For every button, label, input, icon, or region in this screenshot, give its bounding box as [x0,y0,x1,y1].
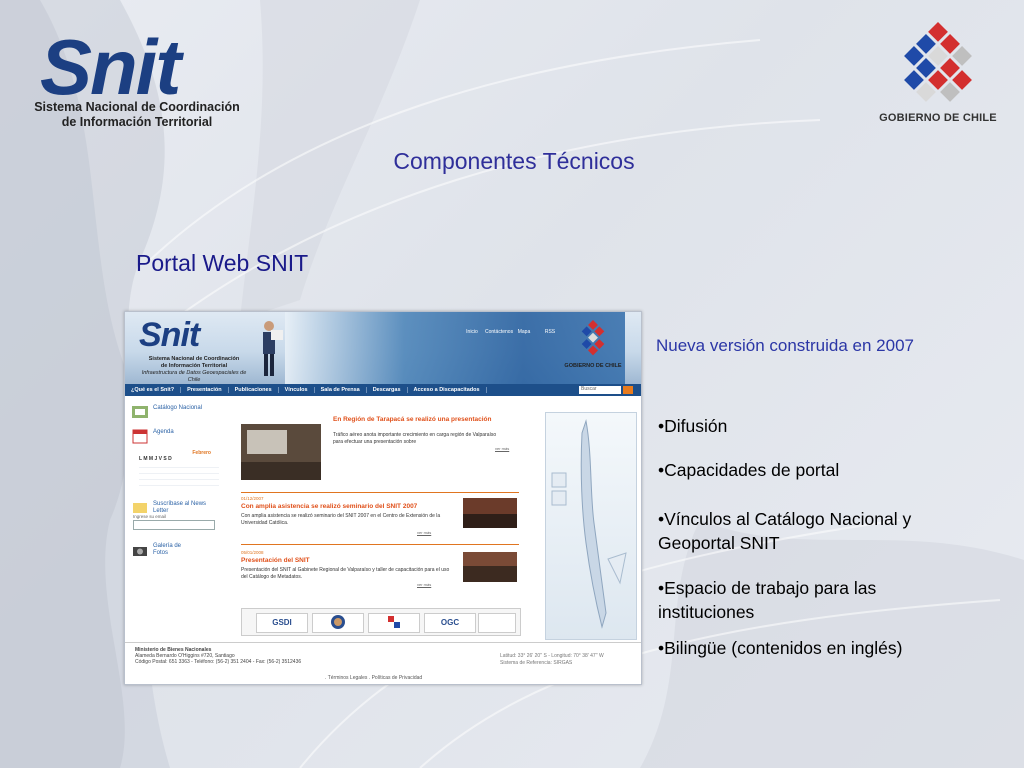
portal-contact-link[interactable]: Contáctenos [485,329,513,335]
news-text: Con amplia asistencia se realizó seminar… [241,513,441,526]
footer-coords: Latitud: 33° 26' 20'' S - Longitud: 70° … [500,653,604,659]
portal-news-column: En Región de Tarapacá se realizó una pre… [237,404,521,640]
news-text: Tráfico aéreo anota importante crecimien… [333,432,497,445]
catalog-icon [132,406,148,418]
footer-phone: Código Postal: 651 3363 - Teléfono: (56-… [135,659,302,665]
chile-map-icon [551,419,627,629]
news-title[interactable]: Presentación del SNIT [241,557,310,564]
nav-descargas[interactable]: Descargas [367,387,408,393]
snit-wordmark: Snit [40,23,181,111]
portal-search-button[interactable] [623,386,633,394]
news-photo [463,498,517,528]
footer-coordinates: Latitud: 33° 26' 20'' S - Longitud: 70° … [500,653,604,667]
bullet-item: •Espacio de trabajo para las institucion… [658,578,877,622]
footer-ref: Sistema de Referencia: SIRGAS [500,660,573,666]
gobierno-caption: GOBIERNO DE CHILE [879,112,997,124]
news-separator [241,544,519,545]
portal-gobierno-logo: GOBIERNO DE CHILE [557,318,629,374]
banner-gobierno[interactable] [368,613,420,633]
news-more-link[interactable]: ver más [417,582,431,587]
newsletter-email-input[interactable] [133,520,215,530]
news-more-link[interactable]: ver más [495,446,509,451]
portal-logo-sub2: de Información Territorial [160,363,228,369]
portal-search-input[interactable]: Buscar [579,386,621,394]
highlight-text: Nueva versión construida en 2007 [656,336,914,355]
banner-gsdi[interactable]: GSDI [256,613,308,633]
news-separator [241,492,519,493]
slide-title: Componentes Técnicos [393,148,635,174]
portal-logo-sub3: Infraestructura de Datos Geoespaciales d… [141,370,247,383]
portal-top-icons: Inicio Contáctenos Mapa RSS [459,320,569,342]
portal-footer: Ministerio de Bienes Nacionales Alameda … [125,642,641,684]
snit-subtitle-line2: de Información Territorial [61,115,213,129]
portal-home-link[interactable]: Inicio [459,329,485,335]
bullet-item: •Vínculos al Catálogo Nacional y Geoport… [658,509,912,553]
snit-logo: Snit Sistema Nacional de Coordinación de… [22,18,252,133]
gobierno-de-chile-logo: GOBIERNO DE CHILE [872,14,1004,132]
agenda-calendar: Febrero L M M J V S D [139,450,219,486]
newsletter-label: Suscríbase al News Letter [153,501,207,514]
camera-icon [133,547,147,556]
partner-seal-icon [331,615,345,629]
portal-nav-bar: ¿Qué es el Snit? Presentación Publicacio… [125,384,641,396]
footer-links[interactable]: . Términos Legales . Políticas de Privac… [325,675,422,681]
bullet-item: •Capacidades de portal [658,460,840,480]
portal-screenshot: Snit Sistema Nacional de Coordinación de… [124,311,642,685]
portal-logo-sub1: Sistema Nacional de Coordinación [148,356,240,362]
person-with-map-image [263,321,283,376]
news-item: En Región de Tarapacá se realizó una pre… [237,416,519,486]
nav-presentacion[interactable]: Presentación [181,387,229,393]
email-label: Ingrese su email [133,514,167,519]
slide-subtitle: Portal Web SNIT [136,250,309,276]
portal-logo-subtitle: Sistema Nacional de Coordinación de Info… [139,356,249,384]
news-more-link[interactable]: ver más [417,530,431,535]
news-text: Presentación del SNIT al Gabinete Region… [241,567,450,580]
news-photo [463,552,517,582]
chile-map-panel[interactable] [545,412,637,640]
galeria-label: Galería de Fotos [153,543,182,556]
portal-map-link[interactable]: Mapa [511,329,537,335]
calendar-icon [132,429,148,444]
news-title[interactable]: En Región de Tarapacá se realizó una pre… [333,416,491,423]
gobierno-logo-icon [904,22,972,102]
news-date: 01/12/2007 [241,496,264,501]
snit-subtitle-line1: Sistema Nacional de Coordinación [34,100,240,114]
banner-ogc[interactable]: OGC [424,613,476,633]
catalogo-label: Catálogo Nacional [153,405,203,411]
news-date: 05/01/2008 [241,550,264,555]
calendar-days [139,462,219,486]
banner-extra[interactable] [478,613,516,633]
agenda-label: Agenda [153,429,174,435]
banner-partner[interactable] [312,613,364,633]
nav-que-es-snit[interactable]: ¿Qué es el Snit? [125,387,182,393]
portal-logo: Snit [139,316,200,354]
nav-sala-de-prensa[interactable]: Sala de Prensa [315,387,367,393]
nav-vinculos[interactable]: Vínculos [279,387,315,393]
gobierno-mini-icon [388,616,400,628]
bullet-item: •Difusión [658,416,728,436]
portal-gobierno-icon [581,320,605,356]
news-title[interactable]: Con amplia asistencia se realizó seminar… [241,503,417,510]
news-photo [241,424,321,480]
nav-accesibilidad[interactable]: Acceso a Discapacitados [408,387,487,393]
snit-logo-subtitle: Sistema Nacional de Coordinación de Info… [22,100,252,130]
portal-gobierno-caption: GOBIERNO DE CHILE [564,363,622,369]
partner-banners: GSDI OGC [241,608,521,636]
bullet-item: •Bilingüe (contenidos en inglés) [658,638,903,658]
footer-address: Ministerio de Bienes Nacionales Alameda … [135,647,301,665]
portal-left-column: Catálogo Nacional Agenda Febrero L M M J… [129,404,219,640]
nav-publicaciones[interactable]: Publicaciones [229,387,279,393]
